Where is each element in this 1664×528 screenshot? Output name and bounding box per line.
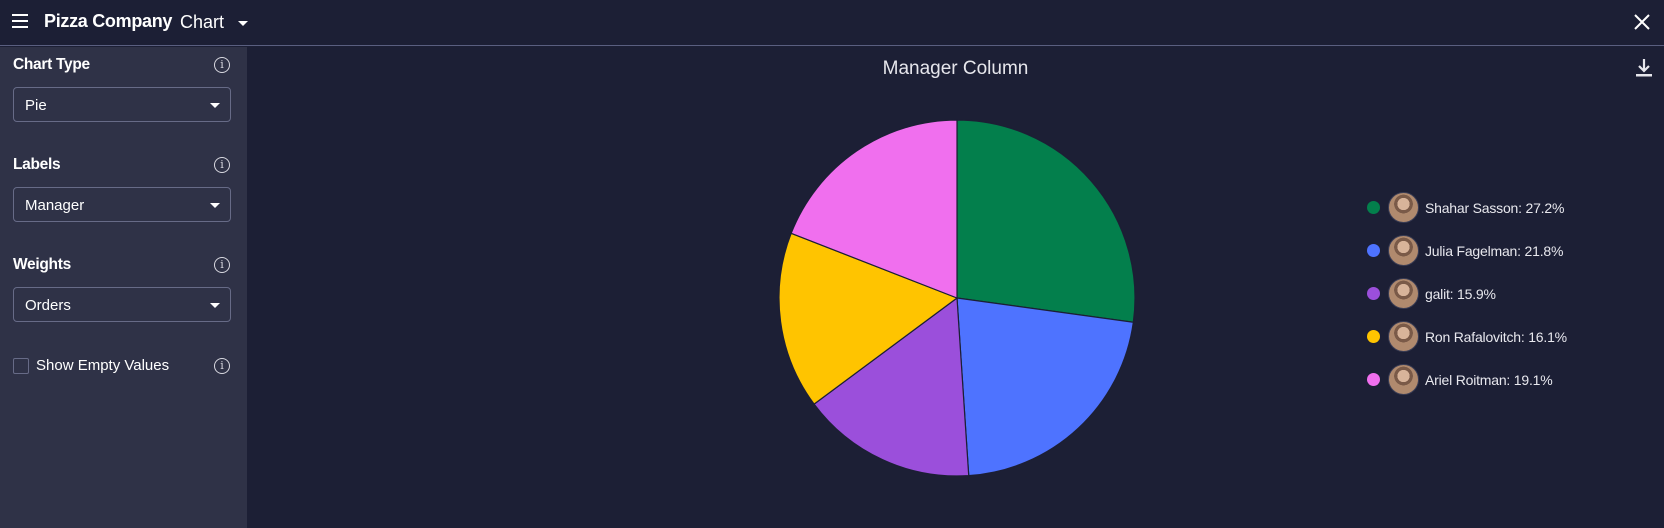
legend-color-dot [1367,330,1380,343]
chart-legend: Shahar Sasson: 27.2% Julia Fagelman: 21.8… [1367,186,1567,401]
chart-type-select[interactable]: Pie [13,87,231,122]
legend-item[interactable]: Ariel Roitman: 19.1% [1367,358,1567,401]
chevron-down-icon [210,303,220,308]
labels-select[interactable]: Manager [13,187,231,222]
chart-type-label: Chart Type [13,56,90,73]
legend-color-dot [1367,244,1380,257]
legend-color-dot [1367,373,1380,386]
show-empty-values-checkbox[interactable] [13,358,29,374]
chart-type-value: Pie [25,97,47,114]
legend-label: Ariel Roitman: 19.1% [1425,371,1553,388]
legend-item[interactable]: Ron Rafalovitch: 16.1% [1367,315,1567,358]
labels-label: Labels [13,156,61,173]
avatar [1388,321,1419,352]
board-title: Pizza Company [44,11,173,31]
legend-label: Shahar Sasson: 27.2% [1425,199,1565,216]
chart-area: Manager Column Shahar Sasson: 27.2% Julia… [247,47,1664,528]
labels-info-icon[interactable]: i [214,157,230,173]
view-dropdown-caret-icon[interactable] [238,21,248,26]
legend-label: Ron Rafalovitch: 16.1% [1425,328,1567,345]
chart-type-info-icon[interactable]: i [214,57,230,73]
legend-label: Julia Fagelman: 21.8% [1425,242,1564,259]
labels-value: Manager [25,197,85,214]
show-empty-values-info-icon[interactable]: i [214,358,230,374]
chevron-down-icon [210,203,220,208]
weights-label: Weights [13,256,71,273]
avatar [1388,364,1419,395]
weights-info-icon[interactable]: i [214,257,230,273]
close-icon[interactable] [1632,12,1652,32]
chevron-down-icon [210,103,220,108]
pie-slice-shahar-sasson[interactable] [956,119,1136,323]
view-title[interactable]: Chart [180,12,224,33]
avatar [1388,192,1419,223]
legend-label: galit: 15.9% [1425,285,1496,302]
avatar [1388,235,1419,266]
avatar [1388,278,1419,309]
show-empty-values-label: Show Empty Values [36,357,170,374]
weights-select[interactable]: Orders [13,287,231,322]
settings-sidebar: Chart Type i Pie Labels i Manager Weight… [0,47,247,528]
legend-color-dot [1367,201,1380,214]
hamburger-menu-icon[interactable] [12,14,28,28]
legend-color-dot [1367,287,1380,300]
legend-item[interactable]: Julia Fagelman: 21.8% [1367,229,1567,272]
legend-item[interactable]: galit: 15.9% [1367,272,1567,315]
legend-item[interactable]: Shahar Sasson: 27.2% [1367,186,1567,229]
weights-value: Orders [25,297,71,314]
app-header: Pizza Company Chart [0,0,1664,46]
pie-slice-julia-fagelman[interactable] [956,297,1135,477]
